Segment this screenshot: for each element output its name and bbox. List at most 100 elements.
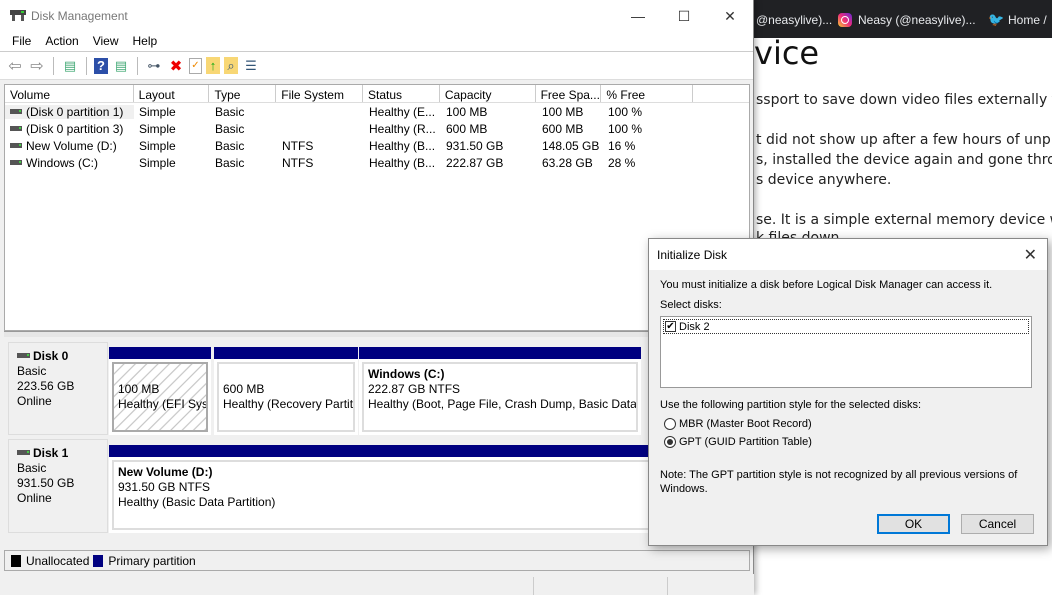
delete-icon[interactable]: ✖	[167, 57, 185, 75]
maximize-button[interactable]: ☐	[661, 0, 707, 32]
disk-graphical-view: Disk 0 Basic 223.56 GB Online 100 MB Hea…	[4, 338, 750, 571]
cancel-button[interactable]: Cancel	[961, 514, 1034, 534]
connect-drive-icon[interactable]: ⊶	[145, 57, 163, 75]
cell-free-space: 148.05 GB	[542, 138, 600, 153]
disk-2-label: Disk 2	[679, 320, 710, 333]
disk-management-window: Disk Management — ☐ ✕ File Action View H…	[0, 0, 754, 595]
disk-2-checkbox[interactable]: ✔	[665, 321, 676, 332]
column-header-status[interactable]: Status	[363, 85, 440, 102]
bookmark-item[interactable]: @neasylive)...	[756, 13, 832, 27]
bookmark-item[interactable]: Neasy (@neasylive)...	[838, 13, 976, 27]
volume-row[interactable]: Windows (C:) Simple Basic NTFS Healthy (B...…	[5, 154, 749, 171]
mbr-radio[interactable]: MBR (Master Boot Record)	[664, 418, 812, 430]
disk-select-list[interactable]: ✔ Disk 2	[660, 316, 1032, 388]
volume-list-header: Volume Layout Type File System Status Ca…	[5, 85, 749, 103]
settings-list-icon[interactable]: ☰	[242, 57, 260, 75]
disk-icon	[17, 353, 30, 358]
dialog-close-button[interactable]: ✕	[1024, 245, 1037, 265]
dialog-title-bar[interactable]: Initialize Disk ✕	[649, 239, 1047, 270]
partition-size: 100 MB	[118, 382, 160, 396]
column-header-free-space[interactable]: Free Spa...	[536, 85, 602, 102]
disk-size: 223.56 GB	[17, 379, 75, 393]
cell-volume: (Disk 0 partition 1)	[5, 104, 134, 119]
gpt-radio[interactable]: GPT (GUID Partition Table)	[664, 436, 812, 448]
partition-style-label: Use the following partition style for th…	[660, 399, 922, 411]
column-header-volume[interactable]: Volume	[5, 85, 134, 102]
status-bar	[0, 574, 754, 595]
toolbar-separator	[86, 56, 87, 75]
volume-name: (Disk 0 partition 1)	[26, 104, 124, 119]
disk-status: Online	[17, 491, 52, 505]
volume-row[interactable]: New Volume (D:) Simple Basic NTFS Healthy (B…	[5, 137, 749, 154]
disk-size: 931.50 GB	[17, 476, 75, 490]
disk-management-app-icon	[10, 10, 26, 22]
column-header-percent-free[interactable]: % Free	[601, 85, 694, 102]
cell-type: Basic	[215, 121, 245, 136]
partition-windows-c[interactable]: Windows (C:) 222.87 GB NTFS Healthy (Boo…	[359, 347, 641, 435]
menu-bar: File Action View Help	[0, 32, 753, 52]
help-icon[interactable]: ?	[94, 57, 108, 74]
cell-percent-free: 16 %	[608, 138, 636, 153]
partition-size: 600 MB	[223, 382, 265, 396]
status-separator	[667, 577, 668, 595]
cell-layout: Simple	[139, 121, 176, 136]
close-button[interactable]: ✕	[707, 0, 753, 32]
column-header-capacity[interactable]: Capacity	[440, 85, 536, 102]
column-header-layout[interactable]: Layout	[134, 85, 210, 102]
column-header-type[interactable]: Type	[209, 85, 277, 102]
bookmark-label: @neasylive)...	[756, 13, 833, 27]
dialog-title: Initialize Disk	[657, 248, 728, 262]
partition-status: Healthy (Boot, Page File, Crash Dump, Ba…	[368, 397, 638, 411]
back-icon[interactable]: ⇦	[6, 57, 24, 75]
disk-1-label[interactable]: Disk 1 Basic 931.50 GB Online	[8, 439, 108, 533]
partition-status: Healthy (Recovery Partiti	[223, 397, 355, 411]
volume-list[interactable]: Volume Layout Type File System Status Ca…	[4, 84, 750, 331]
pane-splitter[interactable]	[4, 331, 750, 337]
cell-status: Healthy (R...	[369, 121, 436, 136]
cell-layout: Simple	[139, 104, 176, 119]
volume-row[interactable]: (Disk 0 partition 3) Simple Basic Healthy (…	[5, 120, 749, 137]
cell-type: Basic	[215, 138, 245, 153]
volume-row[interactable]: (Disk 0 partition 1) Simple Basic Healthy (…	[5, 103, 749, 120]
toolbar: ⇦ ⇨ ▤ ? ▤ ⊶ ✖ ✓ ↑ ⌕ ☰	[0, 52, 753, 80]
ok-button[interactable]: OK	[877, 514, 950, 534]
cell-free-space: 100 MB	[542, 104, 584, 119]
forward-icon[interactable]: ⇨	[28, 57, 46, 75]
article-text: ssport to save down video files external…	[756, 92, 1052, 108]
disk-status: Online	[17, 394, 52, 408]
menu-action[interactable]: Action	[38, 32, 85, 51]
partition-recovery[interactable]: 600 MB Healthy (Recovery Partiti	[214, 347, 358, 435]
cell-free-space: 63.28 GB	[542, 155, 593, 170]
cell-type: Basic	[215, 104, 245, 119]
cell-percent-free: 100 %	[608, 121, 643, 136]
column-header-file-system[interactable]: File System	[276, 85, 364, 102]
find-icon[interactable]: ⌕	[224, 57, 238, 74]
menu-view[interactable]: View	[86, 32, 126, 51]
show-hide-console-tree-icon[interactable]: ▤	[61, 57, 79, 75]
partition-new-volume-d[interactable]: New Volume (D:) 931.50 GB NTFS Healthy (…	[109, 445, 654, 533]
partition-status: Healthy (EFI Syst	[118, 397, 208, 411]
toolbar-separator	[137, 56, 138, 75]
properties-icon[interactable]: ✓	[189, 57, 202, 74]
legend-unallocated: Unallocated	[26, 553, 90, 568]
show-hide-action-pane-icon[interactable]: ▤	[112, 57, 130, 75]
partition-bar	[109, 347, 211, 359]
article-text: se. It is a simple external memory devic…	[756, 212, 1052, 228]
mbr-label: MBR (Master Boot Record)	[679, 418, 812, 430]
menu-file[interactable]: File	[5, 32, 38, 51]
disk-icon	[17, 450, 30, 455]
partition-size: 931.50 GB NTFS	[118, 480, 211, 494]
unallocated-swatch	[11, 554, 21, 567]
menu-help[interactable]: Help	[126, 32, 165, 51]
disk-0-label[interactable]: Disk 0 Basic 223.56 GB Online	[8, 342, 108, 435]
article-text: s, installed the device again and gone t…	[756, 152, 1052, 168]
disk-2-list-item[interactable]: ✔ Disk 2	[663, 319, 1029, 334]
volume-rows: (Disk 0 partition 1) Simple Basic Healthy (…	[5, 103, 749, 171]
minimize-button[interactable]: —	[615, 0, 661, 32]
export-icon[interactable]: ↑	[206, 57, 220, 74]
partition-efi[interactable]: 100 MB Healthy (EFI Syst	[109, 347, 211, 435]
gpt-note-text: Note: The GPT partition style is not rec…	[660, 469, 1018, 481]
title-bar[interactable]: Disk Management — ☐ ✕	[0, 0, 753, 32]
cell-capacity: 600 MB	[446, 121, 488, 136]
bookmark-item[interactable]: 🐦 Home /	[988, 13, 1047, 27]
